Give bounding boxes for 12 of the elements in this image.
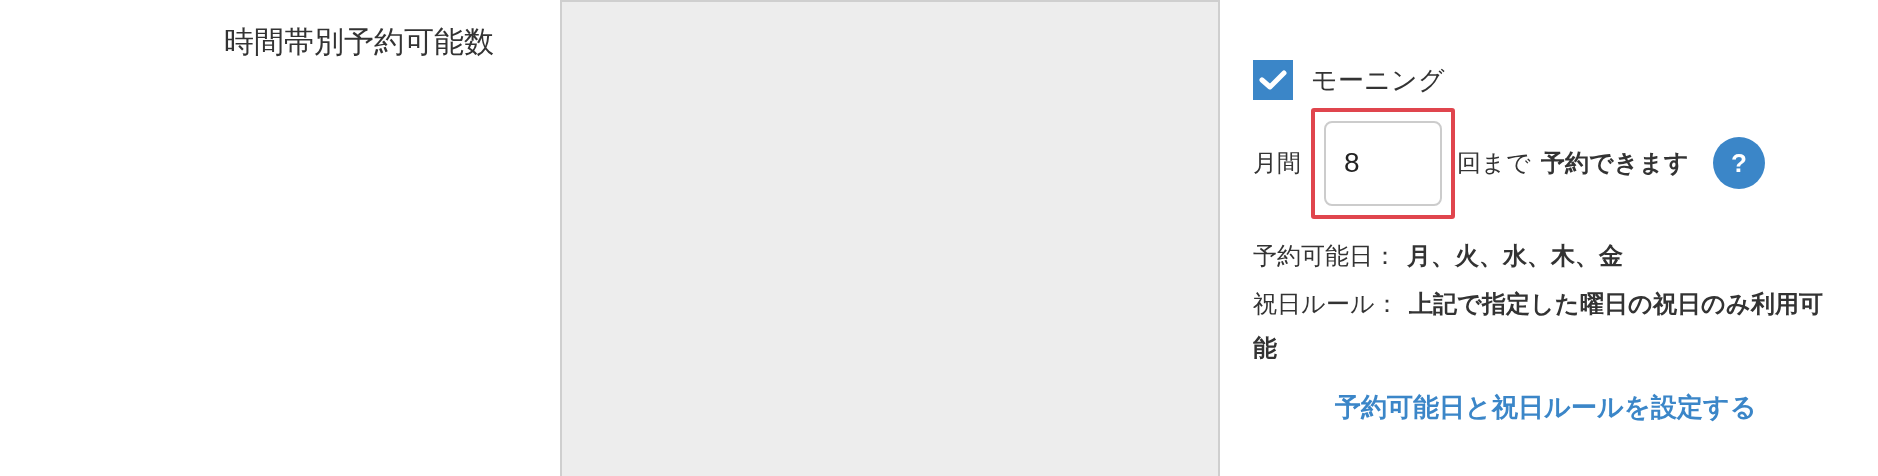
count-input[interactable]: 8 — [1324, 120, 1442, 206]
suffix-text: 回まで — [1457, 148, 1531, 178]
help-button[interactable]: ? — [1713, 137, 1765, 189]
prefix-text: 月間 — [1253, 148, 1301, 178]
detail-line: 祝日ルール： 上記で指定した曜日の祝日のみ利用可能 — [1253, 289, 1824, 363]
settings-link[interactable]: 予約可能日と祝日ルールを設定する — [1334, 388, 1757, 427]
reservable-text: 予約できます — [1541, 148, 1689, 178]
checkbox[interactable] — [1253, 60, 1293, 100]
field-label: 時間帯別予約可能数 — [224, 24, 494, 60]
detail-line: 予約可能日： 月、火、水、木、金 — [1253, 241, 1624, 271]
option-label: モーニング — [1311, 63, 1445, 97]
check-icon — [1259, 69, 1287, 91]
